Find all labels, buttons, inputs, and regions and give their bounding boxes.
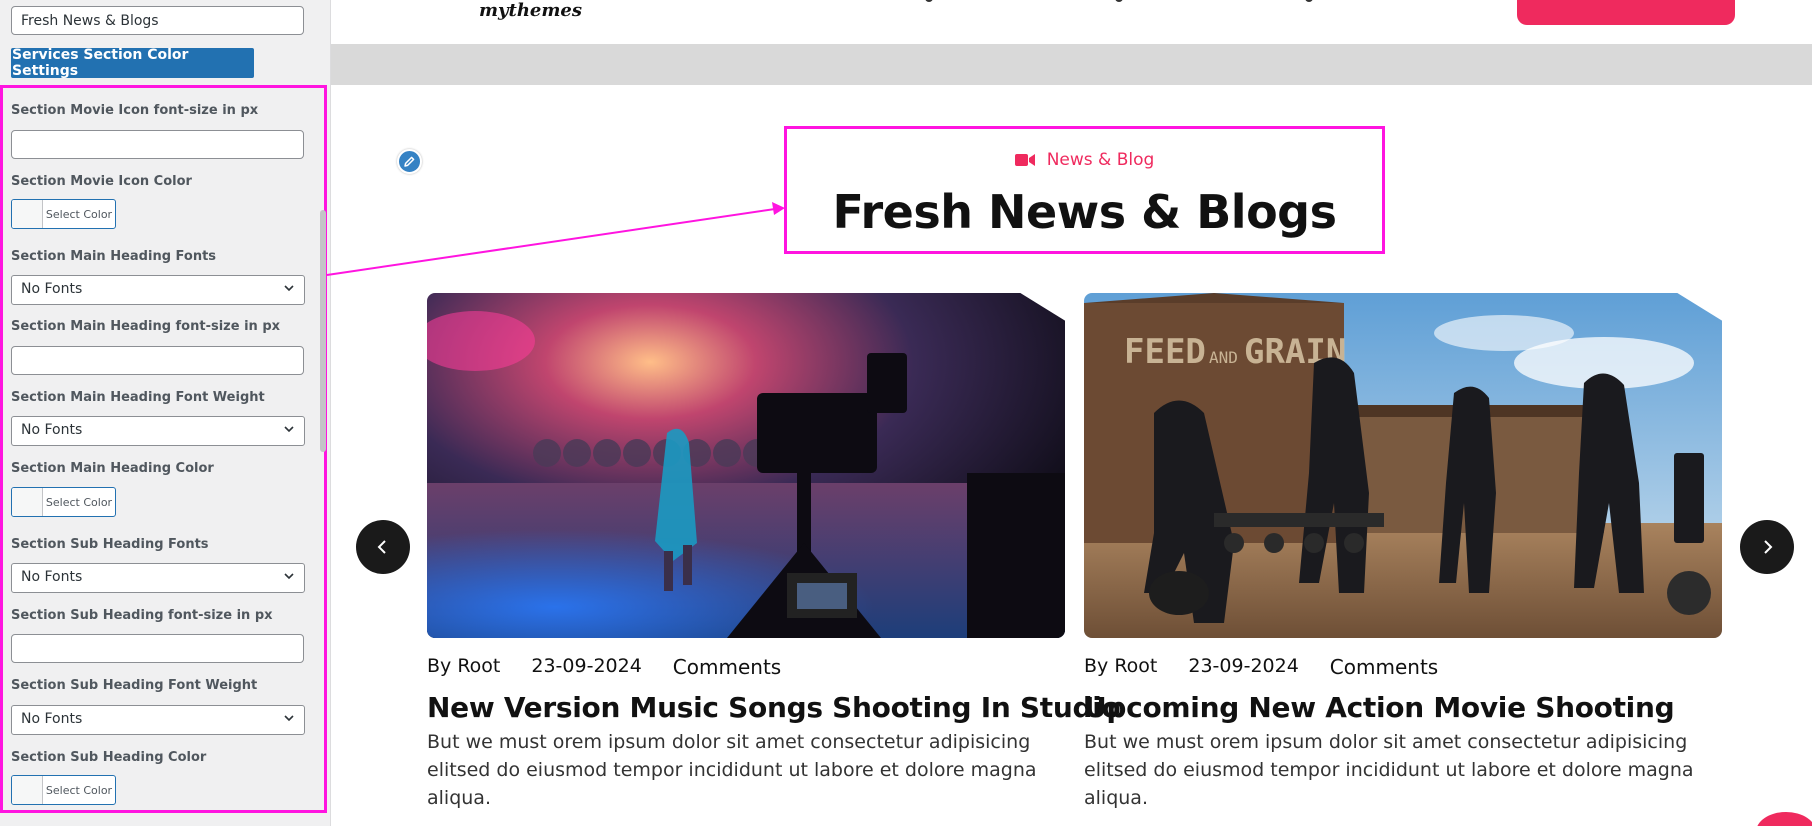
main-heading-fonts-value: No Fonts [21, 281, 83, 297]
select-color-label: Select Color [45, 495, 113, 509]
movie-icon-size-label: Section Movie Icon font-size in px [11, 103, 259, 118]
studio-shoot-photo [427, 293, 1065, 638]
chevron-right-icon [1764, 540, 1773, 554]
post-excerpt: But we must orem ipsum dolor sit amet co… [1084, 731, 1694, 809]
post-comments-link[interactable]: Comments [673, 655, 781, 679]
post-date[interactable]: 23-09-2024 [531, 655, 641, 679]
main-heading-fonts-select[interactable]: No Fonts [11, 275, 305, 305]
chevron-left-icon [377, 540, 386, 554]
panel-scrollbar[interactable] [320, 210, 326, 452]
blog-card-image[interactable]: FEED AND GRAIN [1084, 293, 1722, 638]
sub-heading-color-label: Section Sub Heading Color [11, 750, 207, 765]
post-date[interactable]: 23-09-2024 [1188, 655, 1298, 679]
blog-card-meta: By Root 23-09-2024 Comments [427, 655, 781, 679]
chevron-down-icon [284, 715, 294, 722]
sub-heading-weight-label: Section Sub Heading Font Weight [11, 678, 258, 693]
post-comments-link[interactable]: Comments [1330, 655, 1438, 679]
blog-card[interactable]: By Root 23-09-2024 Comments New Version … [427, 293, 1121, 809]
carousel-prev-button[interactable] [356, 520, 410, 574]
svg-text:AND: AND [1209, 348, 1238, 367]
blog-card-meta: By Root 23-09-2024 Comments [1084, 655, 1438, 679]
main-heading-size-label: Section Main Heading font-size in px [11, 319, 281, 334]
main-heading-fonts-label: Section Main Heading Fonts [11, 249, 217, 264]
site-logo[interactable]: mythemes [479, 0, 582, 21]
movie-icon-color-picker[interactable]: Select Color [11, 199, 116, 229]
post-author[interactable]: By Root [1084, 655, 1157, 679]
chevron-down-icon [284, 573, 294, 580]
main-heading-size-input[interactable] [11, 346, 304, 375]
color-settings-group [0, 85, 327, 813]
post-author[interactable]: By Root [427, 655, 500, 679]
carousel-next-button[interactable] [1740, 520, 1794, 574]
post-excerpt: But we must orem ipsum dolor sit amet co… [427, 731, 1037, 809]
sub-heading-color-picker[interactable]: Select Color [11, 775, 116, 805]
header-divider-band [331, 44, 1812, 85]
sub-heading-text: News & Blog [1046, 150, 1155, 170]
movie-set-photo: FEED AND GRAIN [1084, 293, 1722, 638]
pencil-icon[interactable] [397, 149, 422, 174]
sub-heading-fonts-value: No Fonts [21, 569, 83, 585]
movie-icon-color-label: Section Movie Icon Color [11, 174, 192, 189]
color-swatch [12, 488, 43, 516]
blog-card[interactable]: FEED AND GRAIN By Root 23-09-2024 Commen… [1084, 293, 1722, 809]
header-cta-button[interactable] [1517, 0, 1735, 25]
select-color-label: Select Color [45, 783, 113, 797]
sub-heading-size-label: Section Sub Heading font-size in px [11, 608, 273, 623]
movie-icon-size-input[interactable] [11, 130, 304, 159]
services-section-color-settings-button[interactable]: Services Section Color Settings [11, 47, 254, 79]
main-navigation [925, 0, 1495, 4]
blog-card-image[interactable] [427, 293, 1065, 638]
main-heading-color-picker[interactable]: Select Color [11, 487, 116, 517]
site-preview: mythemes News & Blog Fresh News & Blogs [331, 0, 1812, 826]
main-heading-weight-select[interactable]: No Fonts [11, 416, 305, 446]
post-title[interactable]: New Version Music Songs Shooting In Stud… [427, 691, 1121, 724]
section-heading-input[interactable] [11, 6, 304, 35]
color-swatch [12, 200, 43, 228]
color-swatch [12, 776, 43, 804]
sub-heading-weight-value: No Fonts [21, 711, 83, 727]
section-sub-heading: News & Blog [787, 150, 1382, 170]
section-heading-block: News & Blog Fresh News & Blogs [784, 126, 1385, 254]
sub-heading-fonts-label: Section Sub Heading Fonts [11, 537, 209, 552]
post-title[interactable]: Upcoming New Action Movie Shooting [1084, 691, 1675, 724]
video-camera-icon [1014, 154, 1035, 166]
chevron-down-icon [284, 285, 294, 292]
select-color-label: Select Color [45, 207, 113, 221]
customizer-panel: Services Section Color Settings Section … [0, 0, 331, 826]
main-heading-color-label: Section Main Heading Color [11, 461, 214, 476]
scroll-to-top-button[interactable] [1756, 812, 1812, 826]
main-heading-weight-label: Section Main Heading Font Weight [11, 390, 265, 405]
sub-heading-size-input[interactable] [11, 634, 304, 663]
site-header: mythemes [331, 0, 1812, 43]
sub-heading-fonts-select[interactable]: No Fonts [11, 563, 305, 593]
svg-text:FEED: FEED [1124, 332, 1206, 372]
chevron-down-icon [284, 426, 294, 433]
sub-heading-weight-select[interactable]: No Fonts [11, 705, 305, 735]
section-main-heading: Fresh News & Blogs [832, 185, 1337, 239]
main-heading-weight-value: No Fonts [21, 422, 83, 438]
